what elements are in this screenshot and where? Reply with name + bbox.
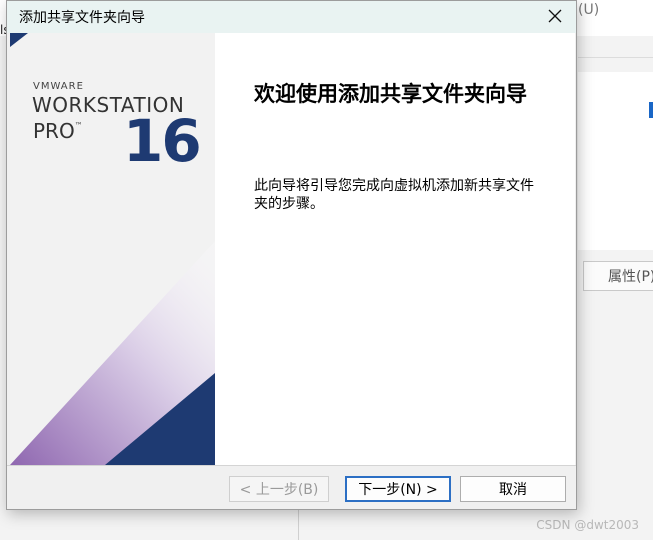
brand-vendor: VMWARE	[33, 81, 84, 92]
close-icon	[548, 9, 562, 23]
next-button[interactable]: 下一步(N) >	[345, 476, 451, 502]
footer-divider	[7, 465, 576, 466]
wizard-description: 此向导将引导您完成向虚拟机添加新共享文件夹的步骤。	[254, 178, 534, 212]
wizard-heading: 欢迎使用添加共享文件夹向导	[254, 82, 527, 106]
brand-trademark: ™	[74, 121, 83, 130]
dialog-titlebar[interactable]: 添加共享文件夹向导	[7, 1, 576, 33]
watermark: CSDN @dwt2003	[536, 518, 639, 532]
properties-button[interactable]: 属性(P)	[583, 261, 653, 291]
background-list-area	[578, 72, 653, 250]
close-button[interactable]	[540, 2, 570, 30]
back-button[interactable]: < 上一步(B)	[229, 476, 329, 502]
dialog-title: 添加共享文件夹向导	[19, 10, 145, 26]
background-divider	[578, 57, 653, 58]
add-shared-folder-wizard: 添加共享文件夹向导 VMWARE WORKSTATION PRO™ 16 欢迎使…	[6, 0, 577, 510]
background-menu-fragment: (U)	[578, 2, 600, 18]
background-scroll-accent	[649, 102, 653, 118]
corner-triangle	[10, 33, 28, 47]
brand-version: 16	[123, 107, 202, 175]
background-footer-divider	[298, 508, 299, 540]
brand-banner: VMWARE WORKSTATION PRO™ 16	[10, 33, 215, 465]
wizard-content: VMWARE WORKSTATION PRO™ 16 欢迎使用添加共享文件夹向导…	[10, 33, 575, 465]
cancel-button[interactable]: 取消	[460, 476, 566, 502]
brand-edition: PRO™	[33, 119, 83, 143]
brand-edition-text: PRO	[33, 119, 75, 143]
